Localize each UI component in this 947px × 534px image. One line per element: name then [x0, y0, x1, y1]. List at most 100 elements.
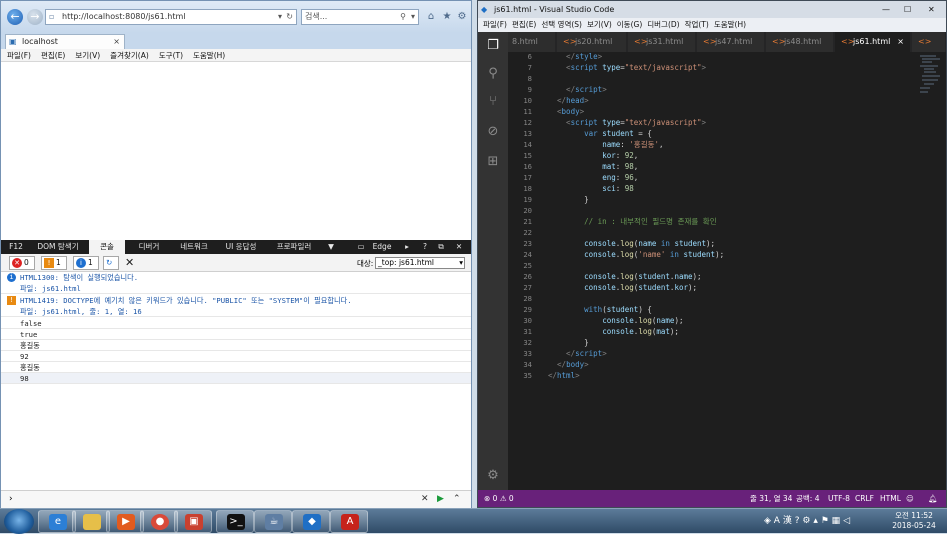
problems-indicator[interactable]: ⊗ 0 ⚠ 0 [484, 490, 514, 507]
app-taskbar-icon[interactable]: ▣ [174, 510, 212, 533]
tab-js31-html[interactable]: <> js31.html [628, 32, 696, 52]
clear-input-icon[interactable]: ✕ [421, 491, 429, 508]
back-icon[interactable]: ← [7, 9, 23, 25]
tab-overflow[interactable]: <> [912, 32, 946, 52]
maximize-icon[interactable]: ☐ [904, 1, 911, 18]
clear-on-navigate-icon[interactable]: ↻ [103, 256, 119, 270]
start-button[interactable] [4, 509, 34, 534]
tab-js20-html[interactable]: <> js20.html [557, 32, 627, 52]
more-tabs-icon[interactable]: ▼ [325, 240, 337, 254]
code-editor[interactable]: 6 7 8 9 10 11 12 13 14 15 16 17 18 19 20 21 22 23 24 25 26 27… [508, 52, 946, 490]
clear-console-icon[interactable]: ✕ [125, 256, 134, 269]
acrobat-taskbar-icon[interactable]: A [330, 510, 368, 533]
tab-close-icon[interactable]: × [897, 32, 904, 52]
menu-help[interactable]: 도움말(H) [714, 20, 746, 29]
console-file-link[interactable]: 파일: js61.html [20, 284, 81, 293]
language-icon[interactable]: ◈ [764, 516, 771, 526]
console-toggle-icon[interactable]: ▸ [401, 240, 413, 254]
tab-dom-explorer[interactable]: DOM 탐색기 [31, 240, 85, 254]
volume-icon[interactable]: ◁ [843, 516, 850, 526]
explorer-taskbar-icon[interactable] [72, 510, 110, 533]
expand-icon[interactable]: ⌃ [453, 491, 461, 508]
network-icon[interactable]: ▦ [832, 516, 841, 526]
settings-gear-icon[interactable]: ⚙ [485, 468, 501, 484]
media-player-taskbar-icon[interactable]: ▶ [106, 510, 144, 533]
encoding[interactable]: UTF-8 [828, 490, 850, 507]
tab-8-html[interactable]: 8.html [508, 32, 556, 52]
indentation[interactable]: 공백: 4 [796, 490, 819, 507]
console-input[interactable]: › ✕ ▶ ⌃ [1, 490, 471, 508]
tab-debugger[interactable]: 디버거 [129, 240, 169, 254]
error-filter[interactable]: ✕ 0 [9, 256, 35, 270]
feedback-icon[interactable]: ☺ [906, 490, 914, 507]
help-icon[interactable]: ? [795, 516, 800, 526]
menu-go[interactable]: 이동(G) [617, 20, 642, 29]
menu-edit[interactable]: 편집(E) [41, 51, 65, 60]
source-control-icon[interactable]: ⑂ [485, 94, 501, 110]
menu-selection[interactable]: 선택 영역(S) [541, 20, 582, 29]
warning-filter[interactable]: ! 1 [41, 256, 67, 270]
menu-view[interactable]: 보기(V) [587, 20, 612, 29]
target-select[interactable]: _top: js61.html ▾ [375, 257, 465, 269]
vscode-taskbar-icon[interactable]: ◆ [292, 510, 330, 533]
tab-profiler[interactable]: 프로파일러 [269, 240, 319, 254]
console-line[interactable]: 파일: js61.html, 줄: 1, 열: 16 [1, 306, 471, 317]
ie-tab[interactable]: ▣ localhost × [5, 34, 125, 49]
ie-taskbar-icon[interactable]: e [38, 510, 76, 533]
menu-tools[interactable]: 도구(T) [159, 51, 183, 60]
close-f12-icon[interactable]: ✕ [453, 240, 465, 254]
explorer-icon[interactable]: ❐ [485, 38, 501, 54]
java-taskbar-icon[interactable]: ☕︎ [254, 510, 292, 533]
run-icon[interactable]: ▶ [437, 491, 444, 508]
flag-icon[interactable]: ⚑ [821, 516, 829, 526]
extensions-icon[interactable]: ⊞ [485, 154, 501, 170]
search-dropdown-icon[interactable]: ▾ [411, 10, 415, 24]
menu-favorites[interactable]: 즐겨찾기(A) [110, 51, 149, 60]
home-icon[interactable]: ⌂ [425, 11, 437, 23]
console-file-link[interactable]: 파일: js61.html, 줄: 1, 열: 16 [20, 307, 142, 316]
ime-indicator[interactable]: A 漢 [774, 516, 792, 526]
close-icon[interactable]: ✕ [928, 1, 935, 18]
emulation-icon[interactable]: ▭ [355, 240, 367, 254]
refresh-icon[interactable]: ↻ [286, 10, 293, 24]
cmd-taskbar-icon[interactable]: >_ [216, 510, 254, 533]
menu-debug[interactable]: 디버그(D) [647, 20, 679, 29]
tab-close-icon[interactable]: × [113, 35, 120, 49]
favorites-icon[interactable]: ★ [441, 11, 453, 23]
line-ending[interactable]: CRLF [855, 490, 874, 507]
minimize-icon[interactable]: — [882, 1, 890, 18]
address-bar[interactable]: ▫ http://localhost:8080/js61.html ▾ ↻ [45, 9, 297, 25]
tab-network[interactable]: 네트워크 [171, 240, 217, 254]
document-mode[interactable]: Edge [367, 240, 397, 254]
search-icon[interactable]: ⚲ [485, 66, 501, 82]
chrome-taskbar-icon[interactable]: ● [140, 510, 178, 533]
menu-edit[interactable]: 편집(E) [512, 20, 536, 29]
menu-help[interactable]: 도움말(H) [193, 51, 225, 60]
clock[interactable]: 오전 11:52 2018-05-24 [884, 510, 944, 533]
gear-icon[interactable]: ⚙ [456, 11, 468, 23]
search-input[interactable]: 검색... ⚲ ▾ [301, 9, 419, 25]
tab-ui-responsiveness[interactable]: UI 응답성 [219, 240, 263, 254]
undock-icon[interactable]: ⧉ [435, 240, 447, 254]
minimap[interactable] [918, 52, 946, 112]
tray-settings-icon[interactable]: ⚙ [802, 516, 810, 526]
show-hidden-icon[interactable]: ▴ [813, 516, 818, 526]
search-icon[interactable]: ⚲ [400, 10, 406, 24]
forward-icon[interactable]: → [27, 9, 43, 25]
tab-js47-html[interactable]: <> js47.html [697, 32, 765, 52]
tab-js48-html[interactable]: <> js48.html [766, 32, 834, 52]
menu-view[interactable]: 보기(V) [75, 51, 100, 60]
menu-file[interactable]: 파일(F) [7, 51, 31, 60]
menu-file[interactable]: 파일(F) [483, 20, 507, 29]
debug-icon[interactable]: ⊘ [485, 124, 501, 140]
language-mode[interactable]: HTML [880, 490, 901, 507]
notifications-icon[interactable]: 🔔︎ [928, 490, 938, 507]
tab-console[interactable]: 콘솔 [89, 240, 125, 254]
help-icon[interactable]: ? [419, 240, 431, 254]
dropdown-icon[interactable]: ▾ [278, 10, 282, 24]
tab-js61-html[interactable]: <> js61.html × [835, 32, 911, 52]
console-line[interactable]: 파일: js61.html [1, 283, 471, 294]
menu-tasks[interactable]: 작업(T) [685, 20, 709, 29]
cursor-position[interactable]: 줄 31, 열 34 [750, 490, 792, 507]
info-filter[interactable]: i1 [73, 256, 99, 270]
